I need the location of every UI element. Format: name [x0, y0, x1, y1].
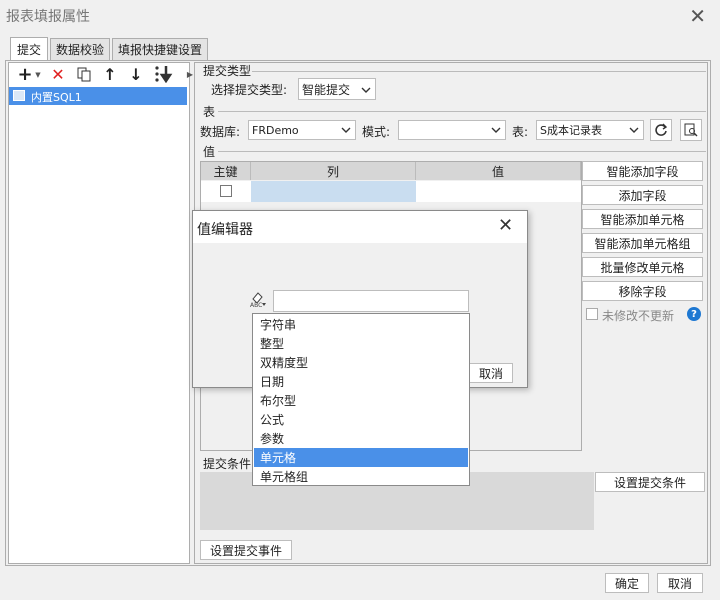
close-icon[interactable]: ✕ — [498, 215, 513, 236]
tab-data-validation[interactable]: 数据校验 — [50, 38, 110, 60]
no-update-label: 未修改不更新 — [602, 309, 675, 323]
add-field-button[interactable]: 添加字段 — [582, 185, 703, 205]
set-submit-event-button[interactable]: 设置提交事件 — [200, 540, 292, 560]
schema-label: 模式: — [362, 125, 391, 139]
submit-type-section: 提交类型 — [203, 64, 252, 78]
chevron-down-icon — [341, 127, 351, 133]
refresh-button[interactable] — [650, 119, 672, 141]
value-editor-cancel-button[interactable]: 取消 — [469, 363, 513, 383]
value-section-title: 值 — [203, 145, 216, 159]
help-icon[interactable]: ? — [687, 307, 701, 321]
submit-type-value: 智能提交 — [302, 82, 351, 97]
cancel-button[interactable]: 取消 — [657, 573, 703, 593]
set-submit-condition-button[interactable]: 设置提交条件 — [595, 472, 705, 492]
move-down-icon[interactable]: ↓ — [126, 64, 146, 84]
value-type-icon: ABC — [250, 292, 266, 309]
type-option-parameter[interactable]: 参数 — [254, 429, 468, 448]
delete-icon[interactable]: ✕ — [48, 64, 68, 84]
type-option-string[interactable]: 字符串 — [254, 315, 468, 334]
type-option-integer[interactable]: 整型 — [254, 334, 468, 353]
sort-icon[interactable] — [152, 64, 174, 84]
chevron-down-icon — [361, 87, 371, 93]
database-label: 数据库: — [200, 125, 241, 139]
divider — [218, 151, 706, 152]
refresh-icon — [655, 123, 668, 136]
database-select[interactable]: FRDemo — [248, 120, 356, 140]
chevron-down-icon — [491, 127, 501, 133]
table-value: S成本记录表 — [540, 124, 602, 137]
value-type-dropdown: 字符串 整型 双精度型 日期 布尔型 公式 参数 单元格 单元格组 — [252, 313, 470, 486]
add-icon[interactable]: + — [14, 64, 36, 85]
type-option-double[interactable]: 双精度型 — [254, 353, 468, 372]
type-option-cell[interactable]: 单元格 — [254, 448, 468, 467]
table-row — [201, 181, 251, 202]
tree-item-sql1[interactable]: 内置SQL1 — [9, 87, 187, 105]
divider — [252, 71, 706, 72]
value-type-selector[interactable]: ABC — [249, 291, 267, 309]
table-section-title: 表 — [203, 105, 216, 119]
value-editor-title: 值编辑器 — [197, 222, 253, 238]
chevron-down-icon — [629, 127, 639, 133]
close-icon[interactable]: ✕ — [689, 4, 706, 28]
tab-shortcut-settings[interactable]: 填报快捷键设置 — [112, 38, 208, 60]
value-cell[interactable] — [416, 181, 581, 202]
add-dropdown-icon[interactable]: ▼ — [34, 70, 42, 80]
type-option-cell-group[interactable]: 单元格组 — [254, 467, 468, 486]
remove-field-button[interactable]: 移除字段 — [582, 281, 703, 301]
schema-select[interactable] — [398, 120, 506, 140]
primary-key-checkbox[interactable] — [220, 185, 232, 197]
database-value: FRDemo — [252, 123, 299, 137]
preview-icon — [684, 123, 698, 137]
tree-panel — [8, 62, 190, 564]
copy-icon[interactable] — [74, 64, 94, 84]
window-title: 报表填报属性 — [6, 9, 90, 25]
svg-text:ABC: ABC — [250, 302, 262, 309]
value-editor-input[interactable] — [273, 290, 469, 312]
divider — [218, 111, 706, 112]
smart-add-cell-button[interactable]: 智能添加单元格 — [582, 209, 703, 229]
submit-type-select[interactable]: 智能提交 — [298, 78, 376, 100]
submit-type-label: 选择提交类型: — [211, 83, 288, 97]
no-update-checkbox[interactable] — [586, 308, 598, 320]
tab-submit[interactable]: 提交 — [10, 37, 48, 61]
table-label: 表: — [512, 125, 529, 139]
ok-button[interactable]: 确定 — [605, 573, 649, 593]
column-header-column: 列 — [251, 162, 416, 180]
batch-modify-cell-button[interactable]: 批量修改单元格 — [582, 257, 703, 277]
smart-add-field-button[interactable]: 智能添加字段 — [582, 161, 703, 181]
preview-table-button[interactable] — [680, 119, 702, 141]
tree-item-label: 内置SQL1 — [31, 91, 82, 104]
move-up-icon[interactable]: ↑ — [100, 64, 120, 84]
column-cell[interactable] — [251, 181, 416, 202]
column-header-value: 值 — [416, 162, 581, 180]
type-option-date[interactable]: 日期 — [254, 372, 468, 391]
table-select[interactable]: S成本记录表 — [536, 120, 644, 140]
type-option-boolean[interactable]: 布尔型 — [254, 391, 468, 410]
smart-add-cell-group-button[interactable]: 智能添加单元格组 — [582, 233, 703, 253]
sql-icon — [13, 90, 25, 101]
submit-condition-title: 提交条件 — [203, 457, 252, 471]
chevron-right-icon[interactable]: ▶ — [186, 68, 194, 80]
column-header-key: 主键 — [201, 162, 251, 180]
type-option-formula[interactable]: 公式 — [254, 410, 468, 429]
